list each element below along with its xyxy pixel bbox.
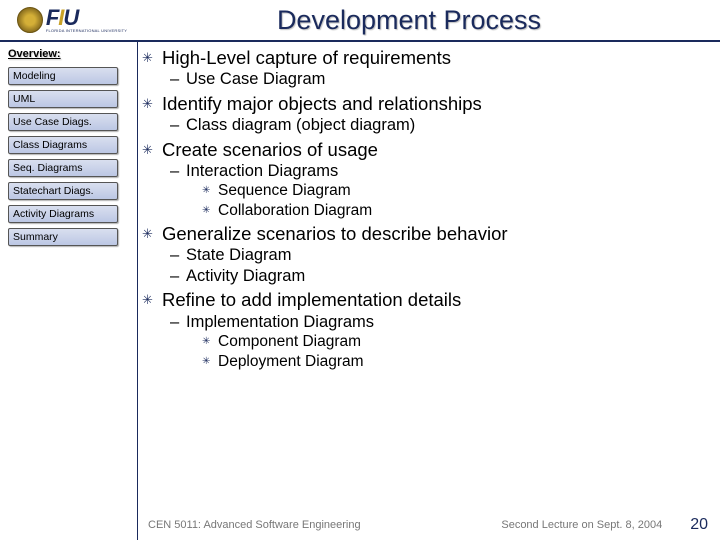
footer-lecture: Second Lecture on Sept. 8, 2004	[501, 519, 662, 531]
nav-uml[interactable]: UML	[8, 90, 118, 108]
footer-course: CEN 5011: Advanced Software Engineering	[148, 519, 361, 531]
sub-sub-bullet: Component Diagram	[202, 332, 708, 351]
bullet-item: Identify major objects and relationships…	[142, 92, 708, 136]
nav-modeling[interactable]: Modeling	[8, 67, 118, 85]
footer: CEN 5011: Advanced Software Engineering …	[0, 516, 720, 534]
sub-bullet: Implementation Diagrams Component Diagra…	[170, 312, 708, 371]
nav-class-diagrams[interactable]: Class Diagrams	[8, 136, 118, 154]
bullet-item: High-Level capture of requirements Use C…	[142, 46, 708, 90]
logo-letter-f: F	[46, 5, 58, 30]
nav-activity-diagrams[interactable]: Activity Diagrams	[8, 205, 118, 223]
sidebar-heading: Overview:	[8, 48, 129, 60]
content-area: High-Level capture of requirements Use C…	[138, 42, 720, 540]
header-bar: FIU FLORIDA INTERNATIONAL UNIVERSITY Dev…	[0, 0, 720, 42]
bullet-text: Refine to add implementation details	[162, 289, 461, 310]
seal-icon	[17, 7, 43, 33]
sub-sub-bullet: Collaboration Diagram	[202, 201, 708, 220]
bullet-text: Generalize scenarios to describe behavio…	[162, 223, 508, 244]
page-number: 20	[690, 516, 708, 534]
bullet-item: Create scenarios of usage Interaction Di…	[142, 138, 708, 221]
slide-body: Overview: Modeling UML Use Case Diags. C…	[0, 42, 720, 540]
slide-title: Development Process	[138, 5, 720, 36]
bullet-item: Refine to add implementation details Imp…	[142, 288, 708, 371]
bullet-item: Generalize scenarios to describe behavio…	[142, 222, 708, 286]
nav-summary[interactable]: Summary	[8, 228, 118, 246]
logo: FIU FLORIDA INTERNATIONAL UNIVERSITY	[0, 0, 138, 40]
sub-bullet: Activity Diagram	[170, 266, 708, 287]
logo-subtitle: FLORIDA INTERNATIONAL UNIVERSITY	[46, 29, 127, 33]
sidebar: Overview: Modeling UML Use Case Diags. C…	[0, 42, 138, 540]
sub-sub-bullet: Deployment Diagram	[202, 352, 708, 371]
slide: FIU FLORIDA INTERNATIONAL UNIVERSITY Dev…	[0, 0, 720, 540]
bullet-text: Identify major objects and relationships	[162, 93, 482, 114]
sub-bullet: Use Case Diagram	[170, 69, 708, 90]
bullet-text: High-Level capture of requirements	[162, 47, 451, 68]
nav-seq-diagrams[interactable]: Seq. Diagrams	[8, 159, 118, 177]
sub-bullet: Class diagram (object diagram)	[170, 115, 708, 136]
bullet-list: High-Level capture of requirements Use C…	[142, 46, 708, 371]
nav-use-case-diags[interactable]: Use Case Diags.	[8, 113, 118, 131]
sub-sub-bullet: Sequence Diagram	[202, 181, 708, 200]
bullet-text: Create scenarios of usage	[162, 139, 378, 160]
fiu-mark: FIU FLORIDA INTERNATIONAL UNIVERSITY	[46, 7, 127, 33]
fiu-letters: FIU	[46, 7, 127, 29]
logo-letter-u: U	[63, 5, 78, 30]
sub-bullet: Interaction Diagrams Sequence Diagram Co…	[170, 161, 708, 220]
sub-bullet: State Diagram	[170, 245, 708, 266]
nav-statechart-diags[interactable]: Statechart Diags.	[8, 182, 118, 200]
